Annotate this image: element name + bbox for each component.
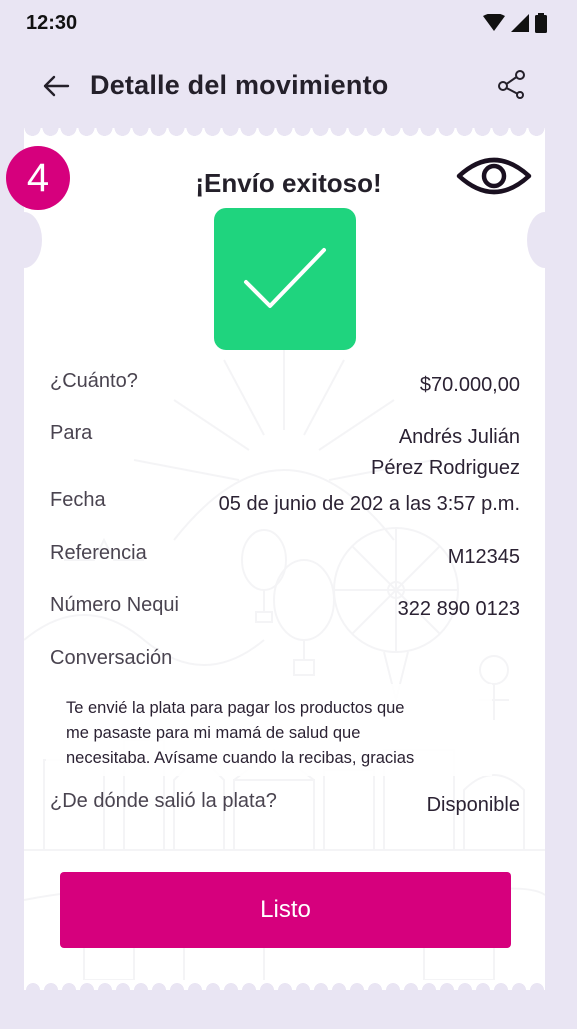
page-title: Detalle del movimiento (90, 70, 389, 100)
app-header: Detalle del movimiento (0, 56, 577, 116)
conversation-line: Te envié la plata para pagar los product… (66, 699, 405, 717)
checkmark-icon (244, 248, 326, 308)
recipient-name-line2: Pérez Rodriguez (371, 457, 520, 479)
status-time: 12:30 (26, 11, 78, 34)
detail-row-reference: Referencia M12345 (50, 542, 520, 572)
amount-value: $70.000,00 (419, 374, 520, 396)
recipient-label: Para (50, 422, 93, 444)
conversation-line: me pasaste para mi mamá de salud que (66, 724, 361, 742)
wifi-icon (483, 14, 505, 31)
date-value: 05 de junio de 202 a las 3:57 p.m. (218, 493, 520, 515)
ticket-edge-bottom (24, 980, 545, 990)
source-label: ¿De dónde salió la plata? (50, 790, 277, 812)
source-value: Disponible (426, 794, 520, 816)
ticket-edge-top (24, 128, 545, 138)
detail-row-conversation: Conversación (50, 647, 520, 677)
back-arrow-icon[interactable] (40, 70, 72, 102)
signal-icon (511, 14, 529, 32)
ticket-notch-left (6, 212, 42, 268)
status-icons (483, 13, 547, 33)
share-icon[interactable] (496, 68, 528, 100)
status-bar: 12:30 (0, 0, 577, 46)
conversation-label: Conversación (50, 647, 173, 669)
battery-icon (535, 13, 547, 33)
date-label: Fecha (50, 489, 106, 511)
recipient-name-line1: Andrés Julián (398, 426, 520, 448)
detail-row-recipient: Para Andrés Julián Pérez Rodriguez (50, 422, 520, 484)
reference-label: Referencia (50, 542, 147, 564)
eye-icon[interactable] (456, 152, 532, 200)
nequi-number-label: Número Nequi (50, 594, 179, 616)
detail-row-source: ¿De dónde salió la plata? Disponible (50, 790, 520, 820)
detail-row-amount: ¿Cuánto? $70.000,00 (50, 370, 520, 400)
conversation-message: Te envié la plata para pagar los product… (46, 684, 492, 776)
reference-value: M12345 (447, 546, 520, 568)
detail-row-nequi-number: Número Nequi 322 890 0123 (50, 594, 520, 624)
nequi-number-value: 322 890 0123 (397, 598, 520, 620)
conversation-line: necesitaba. Avísame cuando la recibas, g… (66, 749, 415, 767)
done-button[interactable]: Listo (60, 872, 511, 948)
success-check-box (214, 208, 356, 350)
ticket-notch-right (527, 212, 563, 268)
detail-row-date: Fecha 05 de junio de 202 a las 3:57 p.m. (50, 489, 520, 519)
amount-label: ¿Cuánto? (50, 370, 138, 392)
